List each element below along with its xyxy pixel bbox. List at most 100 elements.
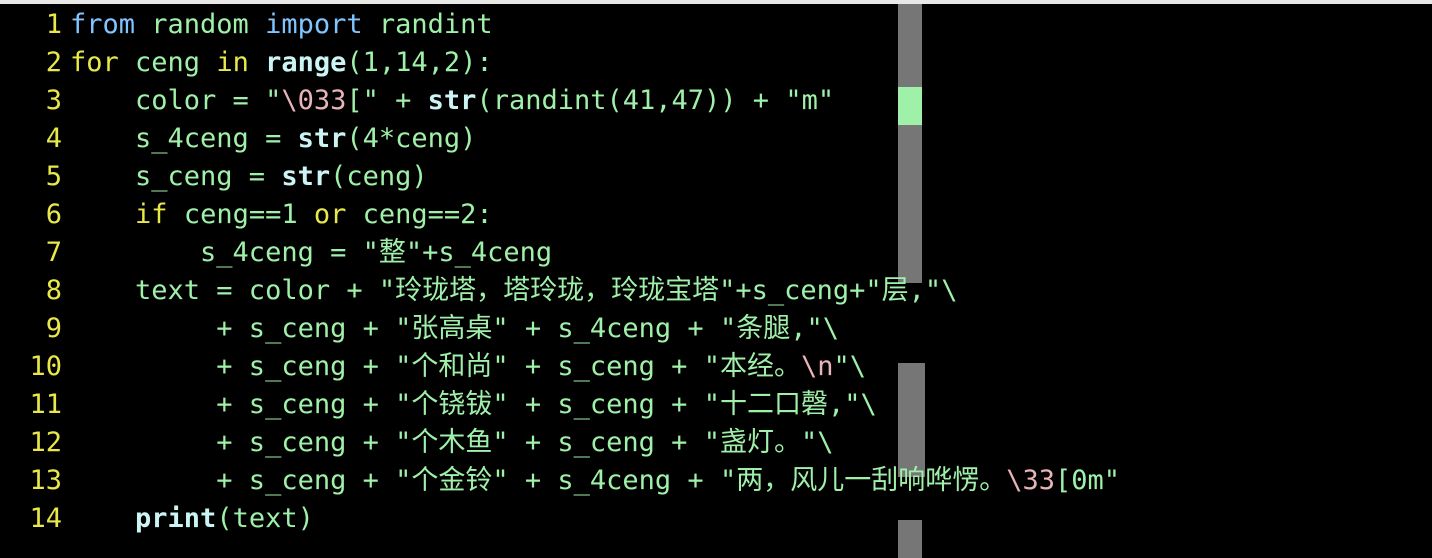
token-plain: \ — [822, 313, 839, 344]
line-number: 6 — [45, 199, 62, 230]
code-line-source[interactable]: for ceng in range(1,14,2): — [70, 44, 493, 82]
token-plain: s_4ceng = — [70, 237, 363, 268]
code-line-source[interactable]: + s_ceng + "个木鱼" + s_ceng + "盏灯。"\ — [70, 424, 833, 462]
token-string: "个和尚" — [395, 351, 509, 382]
token-plain: + s_ceng + — [70, 351, 396, 382]
token-plain: randint — [378, 9, 493, 40]
line-number: 7 — [45, 237, 62, 268]
token-plain: text = color + — [70, 275, 379, 306]
token-plain: \ — [849, 351, 867, 382]
token-builtin: print — [135, 503, 217, 534]
line-number: 4 — [45, 123, 62, 154]
token-string: "个木鱼" — [395, 427, 509, 458]
token-plain: \ — [817, 427, 834, 458]
token-string: "玲珑塔，塔玲珑，玲珑宝塔" — [378, 275, 736, 306]
code-line[interactable]: 3 color = "\033[" + str(randint(41,47)) … — [0, 82, 1432, 120]
token-builtin: str — [297, 123, 347, 154]
code-line-source[interactable]: + s_ceng + "个铙钹" + s_ceng + "十二口磬,"\ — [70, 386, 876, 424]
token-plain: (4*ceng) — [346, 123, 477, 154]
token-plain: + s_ceng + — [508, 351, 704, 382]
code-line[interactable]: 5 s_ceng = str(ceng) — [0, 158, 1432, 196]
token-string: "个金铃" — [395, 465, 509, 496]
code-line[interactable]: 13 + s_ceng + "个金铃" + s_4ceng + "两，风儿一刮响… — [0, 462, 1432, 500]
token-string: "个铙钹" — [395, 389, 509, 420]
token-keyword: or — [313, 199, 363, 230]
code-line[interactable]: 9 + s_ceng + "张高桌" + s_4ceng + "条腿,"\ — [0, 310, 1432, 348]
token-import: import — [265, 9, 379, 40]
token-string: "本经。 — [703, 351, 801, 382]
token-plain: s_ceng = — [70, 161, 282, 192]
token-plain: + s_4ceng + — [508, 313, 720, 344]
token-plain: ceng==1 — [183, 199, 314, 230]
token-plain: s_4ceng = — [70, 123, 298, 154]
token-keyword: in — [216, 47, 266, 78]
token-plain: ceng — [135, 47, 217, 78]
token-plain: (1,14,2): — [346, 47, 493, 78]
code-line-source[interactable]: s_4ceng = str(4*ceng) — [70, 120, 476, 158]
token-plain: +s_ceng+ — [735, 275, 866, 306]
token-builtin: str — [281, 161, 331, 192]
token-string: "张高桌" — [395, 313, 509, 344]
code-line[interactable]: 2 for ceng in range(1,14,2): — [0, 44, 1432, 82]
token-keyword: if — [135, 199, 184, 230]
token-builtin: range — [265, 47, 347, 78]
code-line-source[interactable]: + s_ceng + "个金铃" + s_4ceng + "两，风儿一刮响哗愣。… — [70, 462, 1120, 500]
token-escape: \33 — [1006, 465, 1055, 496]
code-line-source[interactable]: color = "\033[" + str(randint(41,47)) + … — [70, 82, 834, 120]
token-plain: + s_ceng + — [70, 313, 396, 344]
token-keyword: for — [70, 47, 136, 78]
token-escape: \033 — [281, 85, 347, 116]
code-line[interactable]: 8 text = color + "玲珑塔，塔玲珑，玲珑宝塔"+s_ceng+"… — [0, 272, 1432, 310]
code-line-source[interactable]: text = color + "玲珑塔，塔玲珑，玲珑宝塔"+s_ceng+"层,… — [70, 272, 957, 310]
line-number: 8 — [45, 275, 62, 306]
token-plain: + s_ceng + — [508, 427, 704, 458]
code-line[interactable]: 1 from random import randint — [0, 6, 1432, 44]
line-number: 3 — [45, 85, 62, 116]
token-string: [0m" — [1055, 465, 1121, 496]
token-string: [" — [346, 85, 379, 116]
token-string: " — [833, 351, 850, 382]
token-plain: ceng==2: — [362, 199, 493, 230]
line-number: 12 — [29, 427, 62, 458]
token-plain: color = — [70, 85, 266, 116]
line-number: 1 — [45, 9, 62, 40]
code-line[interactable]: 10 + s_ceng + "个和尚" + s_ceng + "本经。\n"\ — [0, 348, 1432, 386]
code-editor-view[interactable]: 1 from random import randint 2 for ceng in … — [0, 0, 1432, 558]
code-line-source[interactable]: + s_ceng + "个和尚" + s_ceng + "本经。\n"\ — [70, 348, 866, 386]
token-string: "盏灯。" — [703, 427, 818, 458]
code-line-source[interactable]: s_ceng = str(ceng) — [70, 158, 428, 196]
token-plain: \ — [941, 275, 958, 306]
line-number: 10 — [29, 351, 62, 382]
code-line-source[interactable]: s_4ceng = "整"+s_4ceng — [70, 234, 552, 272]
line-number: 5 — [45, 161, 62, 192]
token-plain: (ceng) — [330, 161, 428, 192]
token-plain: + s_ceng + — [70, 465, 396, 496]
line-number: 11 — [29, 389, 62, 420]
code-text-layer[interactable]: 1 from random import randint 2 for ceng in … — [0, 0, 1432, 558]
token-string: "整" — [362, 237, 423, 268]
token-plain: + — [378, 85, 428, 116]
code-line[interactable]: 4 s_4ceng = str(4*ceng) — [0, 120, 1432, 158]
line-number: 9 — [45, 313, 62, 344]
line-number: 13 — [29, 465, 62, 496]
token-string: "层," — [865, 275, 942, 306]
token-plain: (randint(41,47)) + — [476, 85, 786, 116]
token-plain: (text) — [216, 503, 314, 534]
code-line-source[interactable]: if ceng==1 or ceng==2: — [70, 196, 493, 234]
token-string: "条腿," — [719, 313, 823, 344]
line-number: 14 — [29, 503, 62, 534]
code-line[interactable]: 11 + s_ceng + "个铙钹" + s_ceng + "十二口磬,"\ — [0, 386, 1432, 424]
code-line-source[interactable]: + s_ceng + "张高桌" + s_4ceng + "条腿,"\ — [70, 310, 839, 348]
token-string: "十二口磬," — [703, 389, 861, 420]
code-line[interactable]: 6 if ceng==1 or ceng==2: — [0, 196, 1432, 234]
token-string: "m" — [785, 85, 835, 116]
token-plain: random — [151, 9, 266, 40]
code-line[interactable]: 7 s_4ceng = "整"+s_4ceng — [0, 234, 1432, 272]
code-line-source[interactable]: from random import randint — [70, 6, 493, 44]
token-string: " — [265, 85, 282, 116]
code-line-source[interactable]: print(text) — [70, 500, 314, 538]
code-line[interactable]: 14 print(text) — [0, 500, 1432, 538]
code-line[interactable]: 12 + s_ceng + "个木鱼" + s_ceng + "盏灯。"\ — [0, 424, 1432, 462]
